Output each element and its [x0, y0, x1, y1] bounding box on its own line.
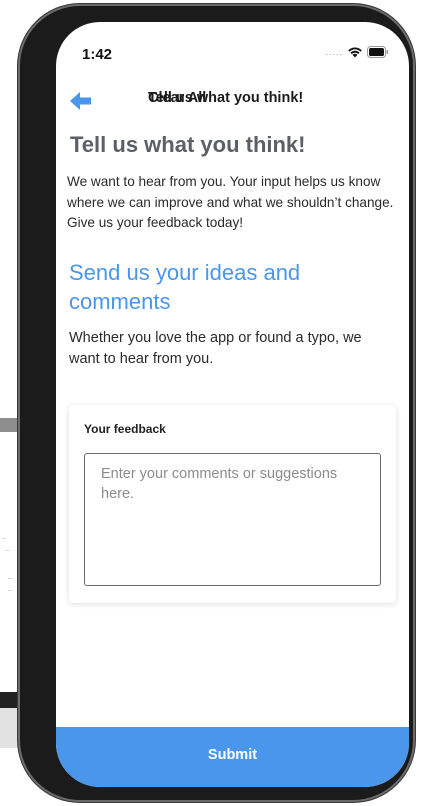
- back-button[interactable]: [68, 88, 94, 114]
- feedback-label: Your feedback: [84, 422, 166, 436]
- ideas-heading: Send us your ideas and comments: [69, 260, 301, 314]
- status-time: 1:42: [82, 46, 113, 63]
- ideas-subtext: Whether you love the app or found a typo…: [69, 330, 362, 367]
- feedback-textarea[interactable]: [84, 453, 381, 586]
- feedback-card: Your feedback: [69, 405, 396, 603]
- page-heading: Tell us what you think!: [70, 132, 306, 157]
- wifi-icon: [347, 46, 363, 58]
- arrow-left-icon: [70, 92, 91, 110]
- submit-button[interactable]: Submit: [56, 727, 409, 787]
- app-screen: 1:42 ..... Tell us what you think! Clear…: [56, 22, 409, 787]
- battery-icon: [367, 46, 389, 58]
- status-bar: 1:42 .....: [56, 22, 409, 72]
- status-icons: .....: [325, 46, 389, 58]
- intro-text: We want to hear from you. Your input hel…: [67, 174, 394, 230]
- phone-frame: 1:42 ..... Tell us what you think! Clear…: [18, 4, 415, 802]
- clear-all-button[interactable]: Clear All: [148, 90, 398, 106]
- cellular-dots-icon: .....: [325, 47, 343, 57]
